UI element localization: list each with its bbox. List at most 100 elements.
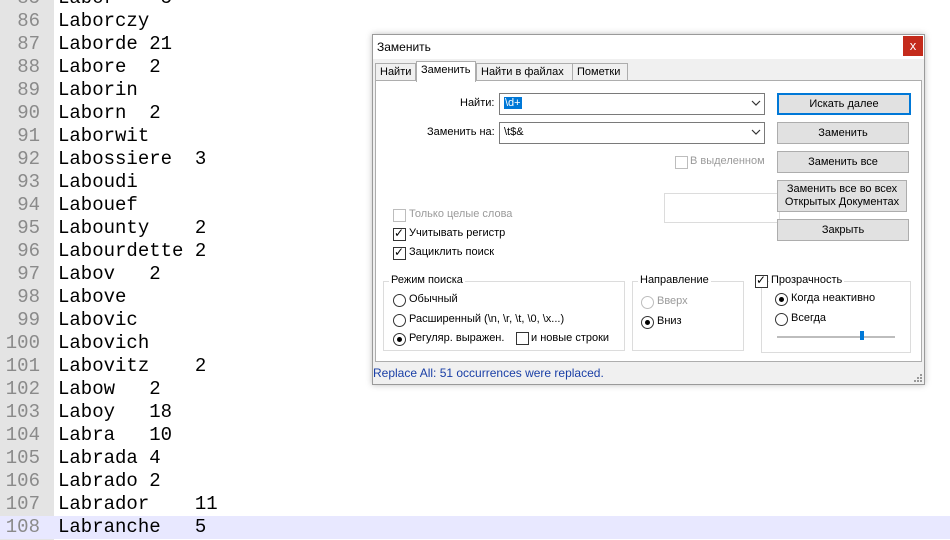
line-text[interactable]: Labounty 2 xyxy=(58,217,206,240)
checkmark-icon: ✓ xyxy=(394,245,405,259)
transparency-title: Прозрачность xyxy=(769,274,845,286)
line-number: 98 xyxy=(17,286,40,308)
editor-line[interactable]: 85 Labor 5 xyxy=(0,0,950,10)
line-number: 85 xyxy=(0,0,40,10)
whole-word-checkbox[interactable] xyxy=(393,209,406,222)
line-number: 103 xyxy=(5,401,40,423)
line-text[interactable]: Labossiere 3 xyxy=(58,148,206,171)
match-case-label: Учитывать регистр xyxy=(409,227,506,239)
line-text[interactable]: Laborczy xyxy=(58,10,149,33)
line-text[interactable]: Labourdette 2 xyxy=(58,240,206,263)
chevron-down-icon[interactable] xyxy=(751,98,761,108)
line-text[interactable]: Labor 5 xyxy=(58,0,172,10)
direction-up-label: Вверх xyxy=(657,295,688,307)
line-number: 88 xyxy=(17,56,40,78)
line-number: 108 xyxy=(5,516,40,538)
line-text[interactable]: Laboudi xyxy=(58,171,138,194)
direction-up-radio[interactable] xyxy=(641,296,654,309)
resize-grip-icon[interactable] xyxy=(914,374,922,382)
replace-all-open-docs-line1: Заменить все во всех xyxy=(786,183,898,195)
line-text[interactable]: Labov 2 xyxy=(58,263,161,286)
transparency-inactive-label: Когда неактивно xyxy=(791,292,876,304)
line-text[interactable]: Labra 10 xyxy=(58,424,172,447)
line-text[interactable]: Labrador 11 xyxy=(58,493,218,516)
line-text[interactable]: Labow 2 xyxy=(58,378,161,401)
line-number: 104 xyxy=(5,424,40,446)
line-text[interactable]: Laborwit xyxy=(58,125,149,148)
dialog-titlebar[interactable]: Заменить x xyxy=(373,35,924,59)
search-mode-normal-radio[interactable] xyxy=(393,294,406,307)
match-case-checkbox[interactable]: ✓ xyxy=(393,226,406,241)
status-message: Replace All: 51 occurrences were replace… xyxy=(373,366,604,380)
wrap-around-checkbox[interactable]: ✓ xyxy=(393,245,406,260)
selection-box xyxy=(664,193,780,223)
in-selection-checkbox[interactable] xyxy=(675,156,688,169)
transparency-always-label: Всегда xyxy=(791,312,827,324)
search-mode-normal-label: Обычный xyxy=(409,293,458,305)
replace-combobox[interactable]: \t$& xyxy=(499,122,765,144)
editor-line[interactable]: 86 Laborczy xyxy=(0,10,950,33)
replace-panel: Найти: \d+ Заменить на: \t$& Искать дале… xyxy=(375,80,922,362)
dialog-title: Заменить xyxy=(377,40,431,54)
transparency-checkbox[interactable]: ✓ xyxy=(755,273,768,288)
line-number: 106 xyxy=(5,470,40,492)
find-next-button[interactable]: Искать далее xyxy=(777,93,911,115)
close-dialog-button[interactable]: x xyxy=(903,36,923,56)
search-mode-regex-radio[interactable] xyxy=(393,333,406,346)
line-number: 96 xyxy=(17,240,40,262)
tab-marks[interactable]: Пометки xyxy=(572,63,628,81)
line-number: 94 xyxy=(17,194,40,216)
line-text[interactable]: Laboy 18 xyxy=(58,401,172,424)
tab-replace[interactable]: Заменить xyxy=(416,61,476,82)
transparency-inactive-radio[interactable] xyxy=(775,293,788,306)
search-mode-extended-label: Расширенный (\n, \r, \t, \0, \x...) xyxy=(409,313,565,325)
find-input-value[interactable]: \d+ xyxy=(504,97,522,109)
transparency-always-radio[interactable] xyxy=(775,313,788,326)
line-number: 90 xyxy=(17,102,40,124)
editor-line[interactable]: 108 Labranche 5 xyxy=(0,516,950,539)
line-text[interactable]: Labovic xyxy=(58,309,138,332)
editor-line[interactable]: 107 Labrador 11 xyxy=(0,493,950,516)
replace-button[interactable]: Заменить xyxy=(777,122,909,144)
line-number: 107 xyxy=(5,493,40,515)
line-number: 87 xyxy=(17,33,40,55)
editor-line[interactable]: 104 Labra 10 xyxy=(0,424,950,447)
direction-title: Направление xyxy=(638,274,711,286)
replace-label: Заменить на: xyxy=(427,126,495,138)
search-mode-regex-label: Регуляр. выражен. xyxy=(409,332,505,344)
regex-newline-checkbox[interactable] xyxy=(516,332,529,345)
tab-find[interactable]: Найти xyxy=(375,63,416,81)
whole-word-label: Только целые слова xyxy=(409,208,513,220)
line-text[interactable]: Labovich xyxy=(58,332,149,355)
line-text[interactable]: Laborin xyxy=(58,79,138,102)
line-number: 86 xyxy=(17,10,40,32)
find-combobox[interactable]: \d+ xyxy=(499,93,765,115)
checkmark-icon: ✓ xyxy=(394,226,405,240)
line-text[interactable]: Labore 2 xyxy=(58,56,161,79)
transparency-slider-thumb[interactable] xyxy=(859,331,864,340)
chevron-down-icon[interactable] xyxy=(751,127,761,137)
replace-input-value[interactable]: \t$& xyxy=(504,126,524,138)
close-button[interactable]: Закрыть xyxy=(777,219,909,241)
line-text[interactable]: Labouef xyxy=(58,194,138,217)
replace-all-open-docs-button[interactable]: Заменить все во всех Открытых Документах xyxy=(777,180,907,212)
editor-line[interactable]: 103 Laboy 18 xyxy=(0,401,950,424)
search-mode-extended-radio[interactable] xyxy=(393,314,406,327)
transparency-slider-track[interactable] xyxy=(777,336,895,338)
line-text[interactable]: Labranche 5 xyxy=(58,516,206,539)
direction-down-radio[interactable] xyxy=(641,316,654,329)
editor-line[interactable]: 105 Labrada 4 xyxy=(0,447,950,470)
tab-find-in-files[interactable]: Найти в файлах xyxy=(476,63,574,81)
line-number: 101 xyxy=(5,355,40,377)
line-text[interactable]: Laborde 21 xyxy=(58,33,172,56)
editor-line[interactable]: 106 Labrado 2 xyxy=(0,470,950,493)
find-label: Найти: xyxy=(460,97,495,109)
line-text[interactable]: Labove xyxy=(58,286,126,309)
line-text[interactable]: Labrada 4 xyxy=(58,447,161,470)
line-text[interactable]: Labovitz 2 xyxy=(58,355,206,378)
line-number: 92 xyxy=(17,148,40,170)
line-text[interactable]: Laborn 2 xyxy=(58,102,161,125)
replace-all-button[interactable]: Заменить все xyxy=(777,151,909,173)
line-text[interactable]: Labrado 2 xyxy=(58,470,161,493)
line-number: 99 xyxy=(17,309,40,331)
